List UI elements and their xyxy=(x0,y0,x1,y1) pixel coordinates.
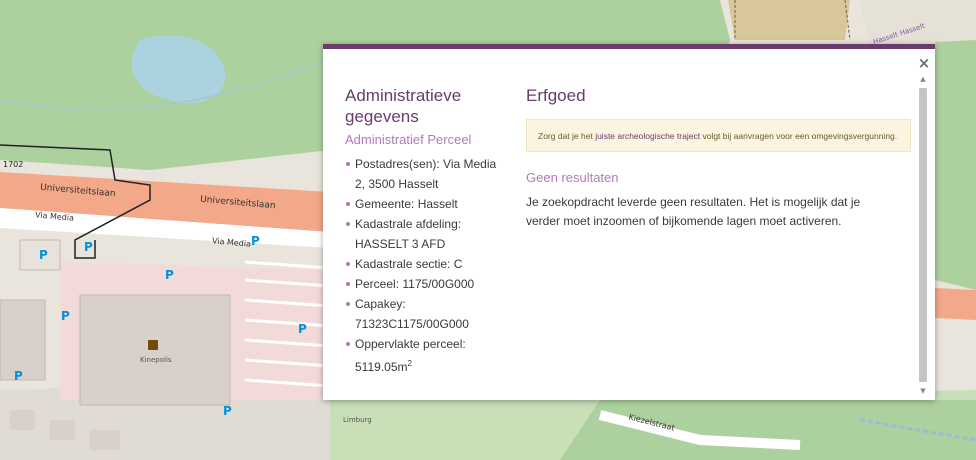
archaeology-notice: Zorg dat je het juiste archeologische tr… xyxy=(526,119,911,152)
list-item: Gemeente: Hasselt xyxy=(345,194,505,214)
list-item: Kadastrale sectie: C xyxy=(345,254,505,274)
list-item: Kadastrale afdeling: HASSELT 3 AFD xyxy=(345,214,505,254)
parking-icon: P xyxy=(14,369,23,383)
no-results-title: Geen resultaten xyxy=(526,170,619,185)
map-label-kinepolis: Kinepolis xyxy=(140,356,172,364)
parking-icon: P xyxy=(223,404,232,418)
administrative-title: Administratieve gegevens xyxy=(345,86,462,126)
list-item: Postadres(sen): Via Media 2, 3500 Hassel… xyxy=(345,154,505,194)
no-results-text: Je zoekopdracht leverde geen resultaten.… xyxy=(526,195,861,228)
parking-icon: P xyxy=(39,248,48,262)
list-item: Perceel: 1175/00G000 xyxy=(345,274,505,294)
administrative-data-section: Administratieve gegevens Administratief … xyxy=(345,85,505,377)
cinema-icon xyxy=(148,340,158,350)
area-unit-superscript: 2 xyxy=(407,359,412,368)
scroll-thumb[interactable] xyxy=(919,88,927,382)
close-button[interactable]: × xyxy=(917,55,931,71)
list-item: Capakey: 71323C1175/00G000 xyxy=(345,294,505,334)
info-popup: × ▲ ▼ Administratieve gegevens Administr… xyxy=(323,44,935,400)
administrative-subtitle: Administratief Perceel xyxy=(345,132,472,147)
parking-icon: P xyxy=(84,240,93,254)
parking-icon: P xyxy=(165,268,174,282)
scroll-down-arrow-icon[interactable]: ▼ xyxy=(917,386,929,396)
parking-icon: P xyxy=(251,234,260,248)
property-list: Postadres(sen): Via Media 2, 3500 Hassel… xyxy=(345,154,505,377)
parking-icon: P xyxy=(61,309,70,323)
list-item-area: Oppervlakte perceel: 5119.05m2 xyxy=(345,334,505,377)
heritage-section: Erfgoed Zorg dat je het juiste archeolog… xyxy=(526,85,911,231)
parking-icon: P xyxy=(298,322,307,336)
area-label: Oppervlakte perceel: xyxy=(355,337,466,351)
heritage-title: Erfgoed xyxy=(526,86,586,105)
archaeology-link[interactable]: juiste archeologische traject xyxy=(595,131,700,141)
scrollbar[interactable]: ▲ ▼ xyxy=(917,74,929,396)
scroll-up-arrow-icon[interactable]: ▲ xyxy=(917,74,929,84)
notice-text-pre: Zorg dat je het xyxy=(538,131,593,141)
map-label-parcel-number: 1702 xyxy=(3,160,24,169)
area-value: 5119.05m xyxy=(355,360,408,374)
map-label-limburg: Limburg xyxy=(343,416,372,424)
notice-text-post: volgt bij aanvragen voor een omgevingsve… xyxy=(702,131,898,141)
